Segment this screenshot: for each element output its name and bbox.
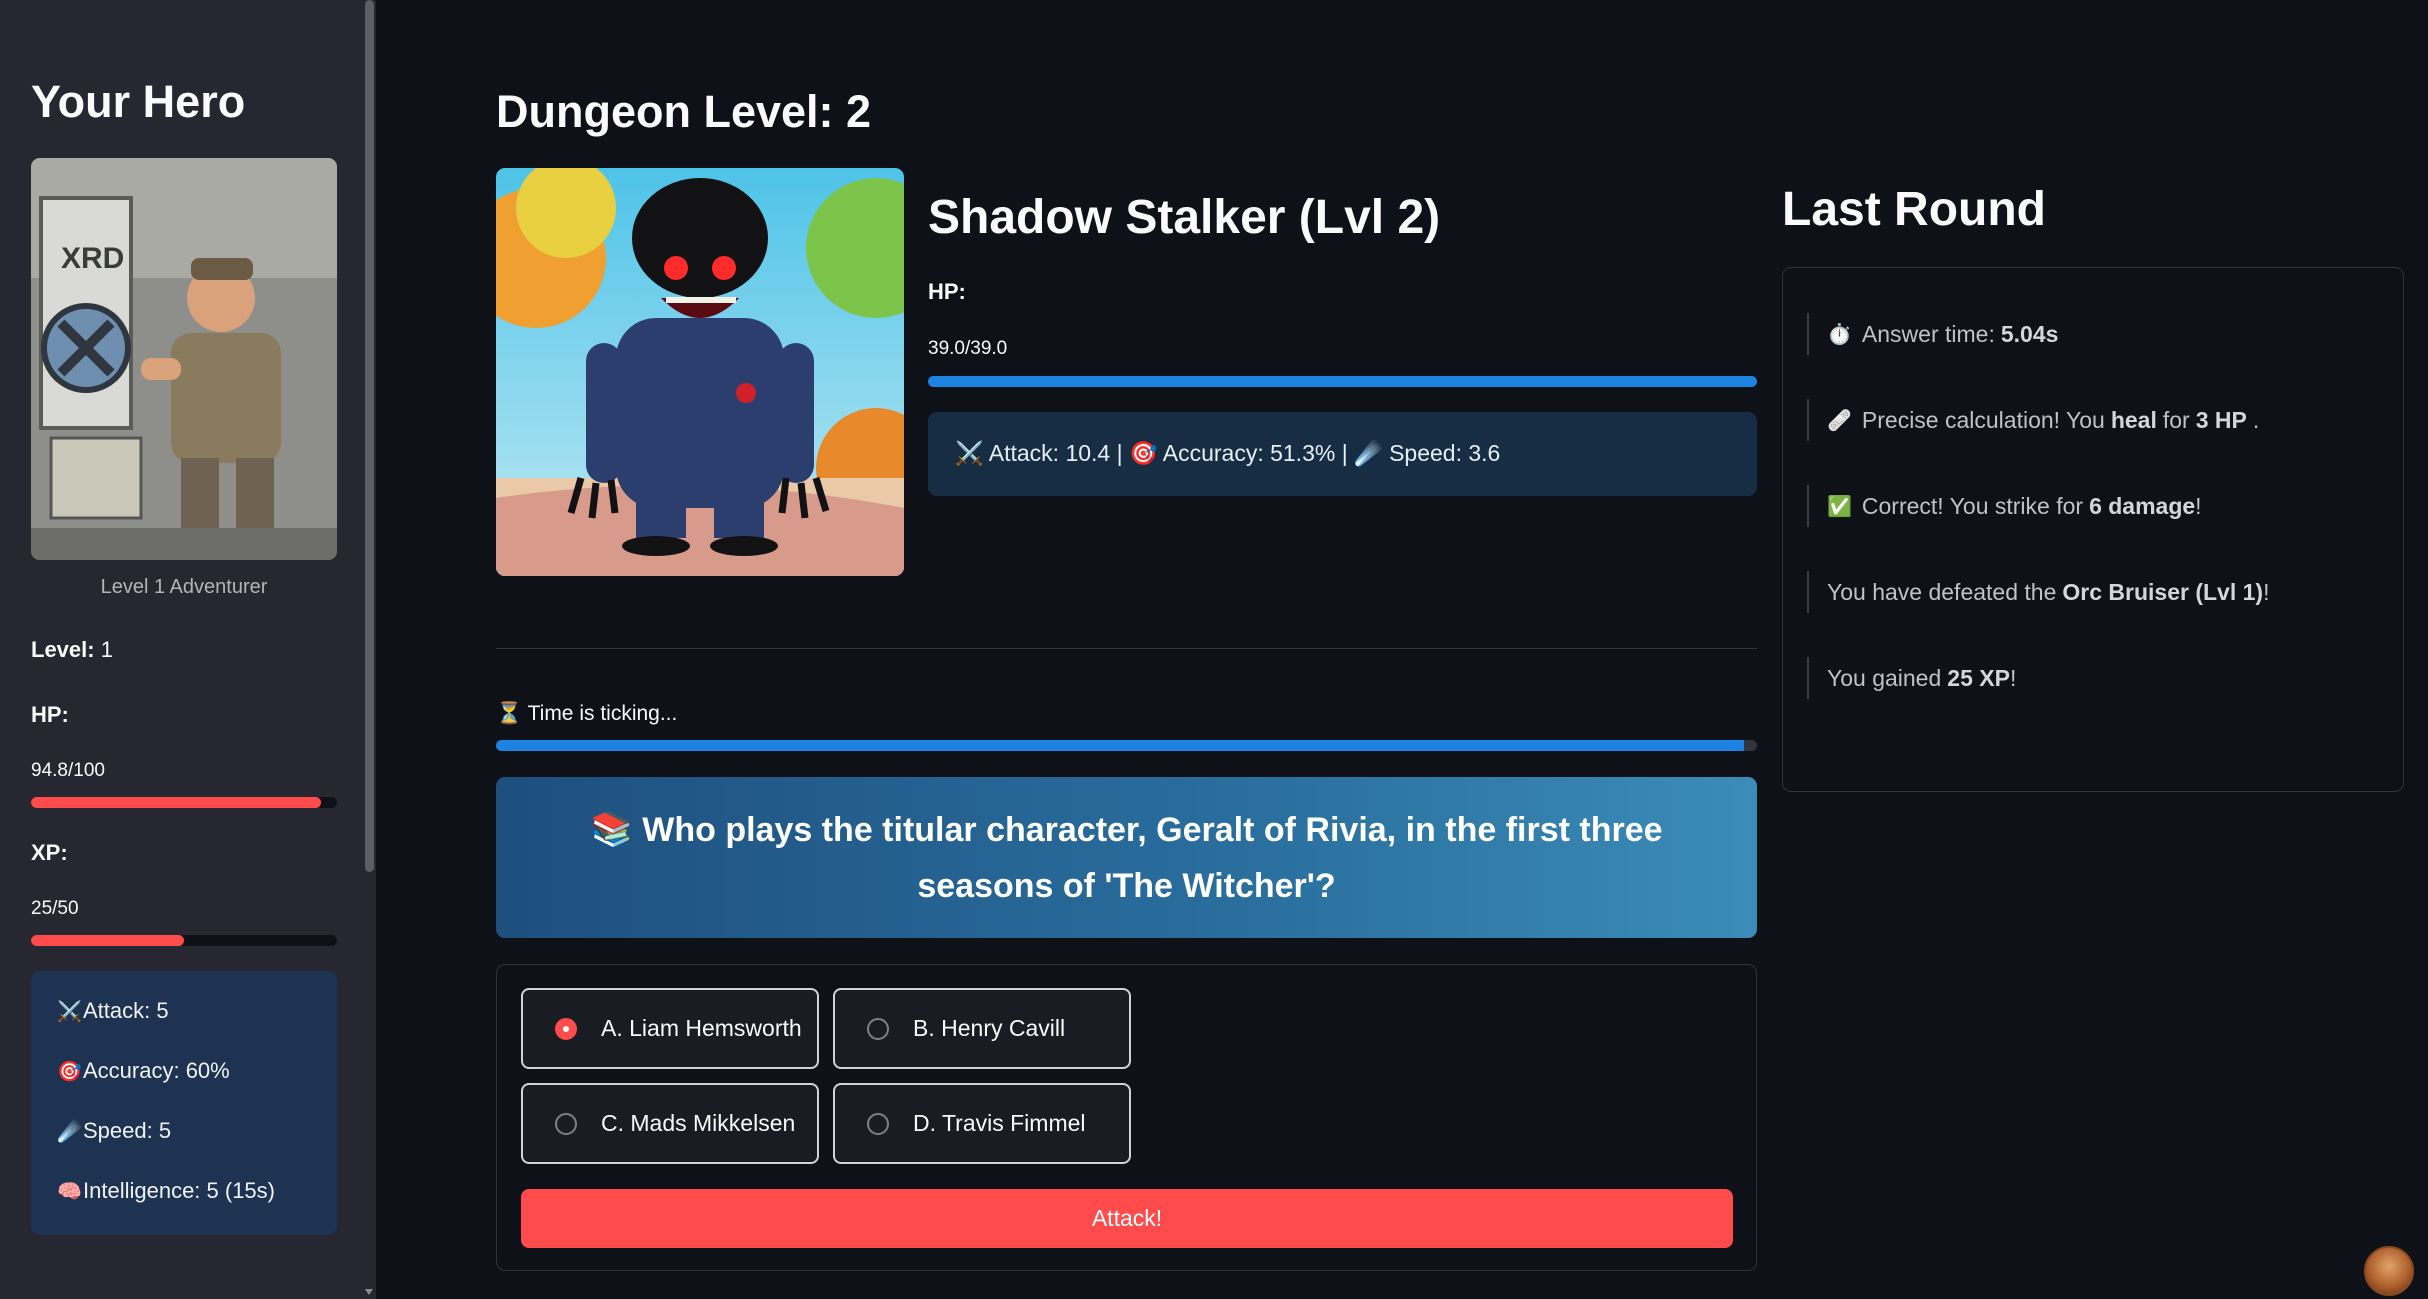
hp-value: 94.8/100 [31, 760, 105, 781]
stat-accuracy: 🎯Accuracy: 60% [57, 1058, 230, 1084]
divider [496, 648, 1757, 649]
last-round-box: ⏱️ Answer time: 5.04s 🩹 Precise calculati… [1782, 267, 2404, 792]
xp-bar [31, 935, 337, 946]
stat-intelligence: 🧠Intelligence: 5 (15s) [57, 1178, 275, 1204]
radio-icon[interactable] [867, 1112, 889, 1135]
hp-bar [31, 797, 337, 808]
svg-text:XRD: XRD [61, 242, 124, 275]
option-b[interactable]: B. Henry Cavill [833, 988, 1131, 1069]
log-defeated: You have defeated the Orc Bruiser (Lvl 1)… [1807, 571, 2269, 613]
monster-hp-bar [928, 376, 1757, 387]
hero-portrait: XRD [31, 158, 337, 560]
xp-label: XP: [31, 840, 68, 865]
level-row: Level: 1 [31, 637, 113, 663]
log-answer-time: ⏱️ Answer time: 5.04s [1807, 313, 2064, 355]
option-d-label: D. Travis Fimmel [913, 1110, 1086, 1136]
log-heal: 🩹 Precise calculation! You heal for 3 HP. [1807, 399, 2259, 441]
sidebar-scrollbar[interactable] [362, 0, 376, 1299]
scroll-down-arrow-icon[interactable] [365, 1289, 373, 1295]
stat-speed-text: Speed: 5 [83, 1118, 172, 1143]
monster-portrait [496, 168, 904, 576]
dungeon-title: Dungeon Level: 2 [496, 86, 872, 137]
radio-icon[interactable] [867, 1017, 889, 1040]
level-value: 1 [100, 637, 113, 662]
last-round-title: Last Round [1782, 183, 2046, 236]
stat-accuracy-text: Accuracy: 60% [83, 1058, 230, 1083]
bandage-icon: 🩹 [1827, 409, 1852, 432]
log-text: ! [2009, 664, 2017, 691]
hp-bar-fill [31, 797, 322, 808]
log-bold: 5.04s [2000, 320, 2059, 347]
target-icon: 🎯 [57, 1061, 82, 1083]
log-bold: heal [2110, 406, 2157, 433]
log-text: You gained [1827, 664, 1942, 691]
stopwatch-icon: ⏱️ [1827, 323, 1852, 346]
log-text: Answer time: [1861, 320, 1995, 347]
level-label: Level: [31, 637, 95, 662]
timer-text: ⏳ Time is ticking... [496, 702, 678, 725]
log-text: . [2252, 406, 2260, 433]
radio-selected-icon[interactable] [555, 1017, 577, 1040]
log-text: Correct! You strike for [1861, 492, 2084, 519]
stat-attack-text: Attack: 5 [83, 998, 169, 1023]
timer-bar [496, 740, 1757, 751]
option-b-label: B. Henry Cavill [913, 1015, 1066, 1041]
hp-label: HP: [31, 702, 69, 727]
hero-caption: Level 1 Adventurer [100, 576, 268, 598]
timer-bar-fill [496, 740, 1745, 751]
log-bold: 6 damage [2089, 492, 2196, 519]
stat-attack: ⚔️Attack: 5 [57, 998, 169, 1024]
log-text: ! [2195, 492, 2202, 519]
log-xp: You gained 25 XP! [1807, 657, 2016, 699]
answer-form: A. Liam Hemsworth B. Henry Cavill C. Mad… [496, 964, 1757, 1271]
monster-stats-box: ⚔️ Attack: 10.4 | 🎯 Accuracy: 51.3% | ☄️… [928, 412, 1757, 496]
log-bold: 25 XP [1947, 664, 2010, 691]
stat-intelligence-text: Intelligence: 5 (15s) [83, 1178, 275, 1203]
xp-value: 25/50 [31, 898, 79, 919]
stat-speed: ☄️Speed: 5 [57, 1118, 171, 1144]
sidebar-scrollbar-thumb[interactable] [365, 0, 374, 872]
question-text: 📚 Who plays the titular character, Geral… [590, 810, 1663, 905]
monster-hp-value: 39.0/39.0 [928, 338, 1008, 359]
hero-title: Your Hero [31, 76, 246, 127]
log-text: ! [2263, 578, 2270, 605]
log-damage: ✅ Correct! You strike for 6 damage! [1807, 485, 2202, 527]
log-text: Precise calculation! You [1861, 406, 2105, 433]
option-d[interactable]: D. Travis Fimmel [833, 1083, 1131, 1164]
attack-button[interactable]: Attack! [521, 1189, 1733, 1248]
comet-icon: ☄️ [57, 1121, 82, 1143]
option-c[interactable]: C. Mads Mikkelsen [521, 1083, 819, 1164]
user-avatar[interactable] [2364, 1246, 2414, 1296]
option-a-label: A. Liam Hemsworth [601, 1015, 802, 1041]
crossed-swords-icon: ⚔️ [57, 1001, 82, 1023]
xp-bar-fill [31, 935, 184, 946]
monster-hp-bar-fill [928, 376, 1757, 387]
sidebar: Your Hero XRD Level 1 Adventurer Level: … [0, 0, 376, 1299]
hero-stats-box: ⚔️Attack: 5 🎯Accuracy: 60% ☄️Speed: 5 🧠I… [31, 971, 337, 1235]
monster-name: Shadow Stalker (Lvl 2) [928, 191, 1441, 244]
question-box: 📚 Who plays the titular character, Geral… [496, 777, 1757, 938]
log-bold: Orc Bruiser (Lvl 1) [2062, 578, 2264, 605]
brain-icon: 🧠 [57, 1181, 82, 1203]
option-c-label: C. Mads Mikkelsen [601, 1110, 796, 1136]
option-a[interactable]: A. Liam Hemsworth [521, 988, 819, 1069]
log-bold: 3 HP [2195, 406, 2247, 433]
log-text: You have defeated the [1827, 578, 2057, 605]
check-mark-icon: ✅ [1827, 495, 1852, 518]
monster-hp-label: HP: [928, 279, 966, 304]
radio-icon[interactable] [555, 1112, 577, 1135]
log-text: for [2162, 406, 2190, 433]
